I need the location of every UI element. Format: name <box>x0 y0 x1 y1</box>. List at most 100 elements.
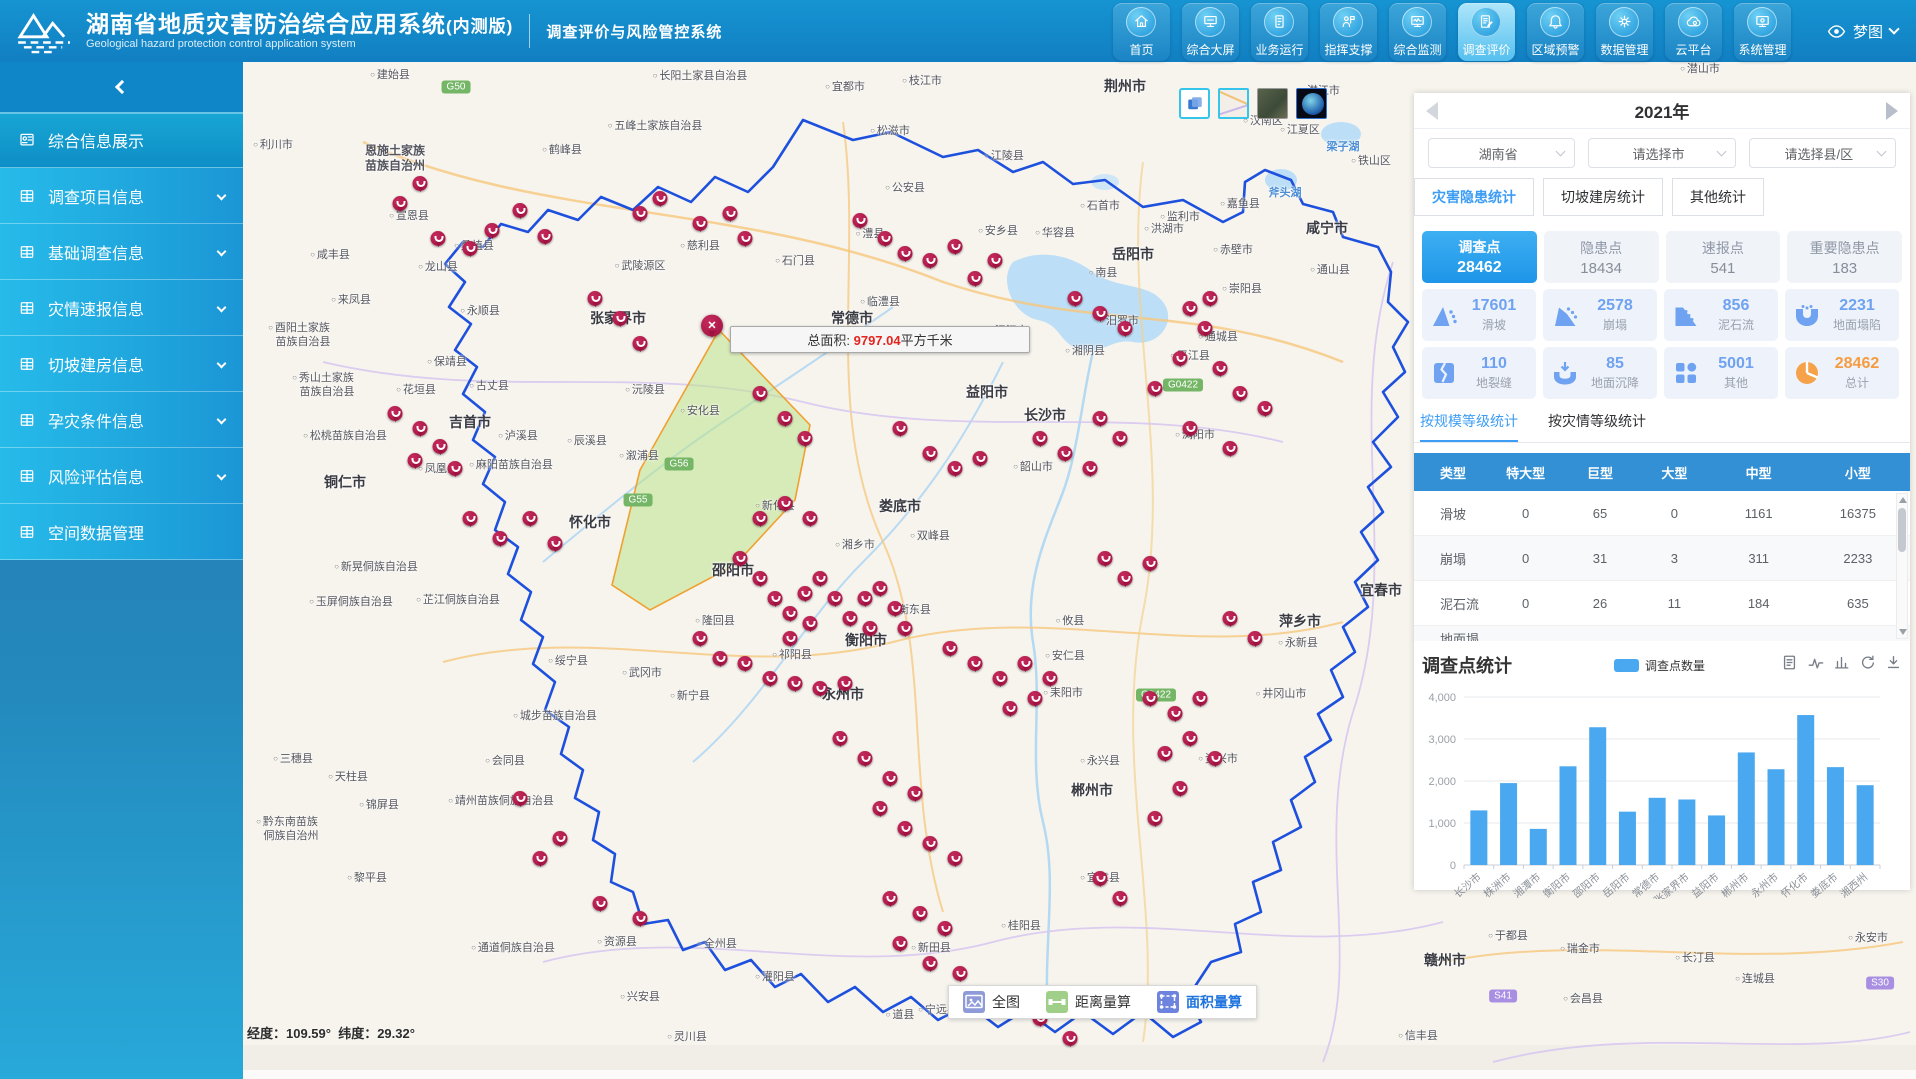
hazard-point-marker[interactable] <box>1248 631 1263 646</box>
bar-邵阳市[interactable] <box>1589 727 1606 865</box>
hazard-point-marker[interactable] <box>1223 611 1238 626</box>
hazard-point-marker[interactable] <box>1113 431 1128 446</box>
hazard-point-marker[interactable] <box>1018 656 1033 671</box>
next-year-button[interactable] <box>1886 102 1898 120</box>
region-select-2[interactable]: 请选择县/区 <box>1749 138 1896 168</box>
hazard-point-marker[interactable] <box>1173 781 1188 796</box>
hazard-point-marker[interactable] <box>833 731 848 746</box>
scroll-down-icon[interactable] <box>1899 629 1907 635</box>
hazard-point-marker[interactable] <box>858 591 873 606</box>
basemap-street-thumb[interactable] <box>1218 88 1249 119</box>
hazard-point-marker[interactable] <box>1158 746 1173 761</box>
hazard-point-marker[interactable] <box>1183 421 1198 436</box>
hazard-point-marker[interactable] <box>1058 446 1073 461</box>
bar-永州市[interactable] <box>1768 769 1785 865</box>
sidebar-collapse-button[interactable] <box>0 62 243 112</box>
stat-card[interactable]: 调查点28462 <box>1422 231 1537 283</box>
hazard-point-marker[interactable] <box>948 461 963 476</box>
hazard-point-marker[interactable] <box>1173 351 1188 366</box>
hazard-point-marker[interactable] <box>893 421 908 436</box>
hazard-point-marker[interactable] <box>1258 401 1273 416</box>
hazard-point-marker[interactable] <box>753 386 768 401</box>
hazard-point-marker[interactable] <box>1233 386 1248 401</box>
hazard-point-marker[interactable] <box>1193 691 1208 706</box>
hazard-point-marker[interactable] <box>733 551 748 566</box>
hazard-point-marker[interactable] <box>1183 301 1198 316</box>
measure-close-marker[interactable]: × <box>701 315 723 337</box>
hazard-point-marker[interactable] <box>923 956 938 971</box>
map-tool-full[interactable]: 全图 <box>963 991 1020 1013</box>
hazard-point-marker[interactable] <box>1028 691 1043 706</box>
hazard-point-marker[interactable] <box>778 411 793 426</box>
hazard-point-marker[interactable] <box>873 581 888 596</box>
hazard-point-marker[interactable] <box>888 601 903 616</box>
hazard-point-marker[interactable] <box>813 681 828 696</box>
bar-张家界市[interactable] <box>1678 799 1695 865</box>
hazard-point-marker[interactable] <box>803 616 818 631</box>
hazard-point-marker[interactable] <box>513 203 528 218</box>
sidebar-item[interactable]: 孕灾条件信息 <box>0 392 243 448</box>
nav-item-home[interactable]: 首页 <box>1113 3 1170 61</box>
hazard-point-marker[interactable] <box>633 336 648 351</box>
hazard-card-sink2[interactable]: 85地面沉降 <box>1543 347 1657 399</box>
hazard-point-marker[interactable] <box>1118 321 1133 336</box>
hazard-point-marker[interactable] <box>778 496 793 511</box>
hazard-point-marker[interactable] <box>1068 291 1083 306</box>
refresh-icon[interactable] <box>1859 654 1876 676</box>
hazard-point-marker[interactable] <box>763 671 778 686</box>
sidebar-item[interactable]: 切坡建房信息 <box>0 336 243 392</box>
hazard-point-marker[interactable] <box>753 571 768 586</box>
nav-item-biz[interactable]: 业务运行 <box>1251 3 1308 61</box>
hazard-point-marker[interactable] <box>738 656 753 671</box>
region-select-1[interactable]: 请选择市 <box>1588 138 1735 168</box>
user-menu[interactable]: 梦图 <box>1827 21 1898 42</box>
nav-item-cmd[interactable]: 指挥支撑 <box>1320 3 1377 61</box>
hazard-point-marker[interactable] <box>923 253 938 268</box>
hazard-point-marker[interactable] <box>783 631 798 646</box>
hazard-point-marker[interactable] <box>798 431 813 446</box>
hazard-point-marker[interactable] <box>803 511 818 526</box>
nav-item-db[interactable]: 数据管理 <box>1596 3 1653 61</box>
hazard-point-marker[interactable] <box>953 966 968 981</box>
stat-card[interactable]: 速报点541 <box>1666 231 1781 283</box>
hazard-card-other[interactable]: 5001其他 <box>1664 347 1778 399</box>
nav-item-sys[interactable]: 系统管理 <box>1734 3 1791 61</box>
hazard-point-marker[interactable] <box>1093 411 1108 426</box>
hazard-point-marker[interactable] <box>838 676 853 691</box>
hazard-card-crack[interactable]: 110地裂缝 <box>1422 347 1536 399</box>
hazard-point-marker[interactable] <box>938 921 953 936</box>
hazard-point-marker[interactable] <box>893 936 908 951</box>
hazard-point-marker[interactable] <box>908 786 923 801</box>
stat-tab[interactable]: 灾害隐患统计 <box>1414 178 1534 216</box>
hazard-card-sink1[interactable]: 2231地面塌陷 <box>1785 289 1899 341</box>
bar-株洲市[interactable] <box>1500 783 1517 865</box>
hazard-point-marker[interactable] <box>863 621 878 636</box>
hazard-point-marker[interactable] <box>413 176 428 191</box>
hazard-card-fall[interactable]: 2578崩塌 <box>1543 289 1657 341</box>
level-subtab[interactable]: 按灾情等级统计 <box>1548 411 1646 442</box>
hazard-point-marker[interactable] <box>993 671 1008 686</box>
hazard-point-marker[interactable] <box>1143 691 1158 706</box>
download-icon[interactable] <box>1885 654 1902 676</box>
bar-chart-icon[interactable] <box>1833 654 1850 676</box>
sidebar-item[interactable]: 综合信息展示 <box>0 112 243 168</box>
bar-岳阳市[interactable] <box>1619 812 1636 865</box>
hazard-point-marker[interactable] <box>943 641 958 656</box>
hazard-point-marker[interactable] <box>1098 551 1113 566</box>
hazard-point-marker[interactable] <box>633 206 648 221</box>
hazard-point-marker[interactable] <box>798 586 813 601</box>
hazard-point-marker[interactable] <box>843 611 858 626</box>
hazard-point-marker[interactable] <box>783 606 798 621</box>
hazard-point-marker[interactable] <box>463 241 478 256</box>
level-subtab[interactable]: 按规模等级统计 <box>1420 411 1518 442</box>
bar-衡阳市[interactable] <box>1560 766 1577 865</box>
hazard-point-marker[interactable] <box>1063 1031 1078 1046</box>
hazard-point-marker[interactable] <box>1118 571 1133 586</box>
hazard-point-marker[interactable] <box>923 836 938 851</box>
hazard-point-marker[interactable] <box>873 801 888 816</box>
hazard-point-marker[interactable] <box>1198 321 1213 336</box>
table-scrollbar[interactable] <box>1896 493 1908 639</box>
bar-湘西州[interactable] <box>1857 785 1874 865</box>
hazard-point-marker[interactable] <box>973 451 988 466</box>
sidebar-item[interactable]: 空间数据管理 <box>0 504 243 560</box>
